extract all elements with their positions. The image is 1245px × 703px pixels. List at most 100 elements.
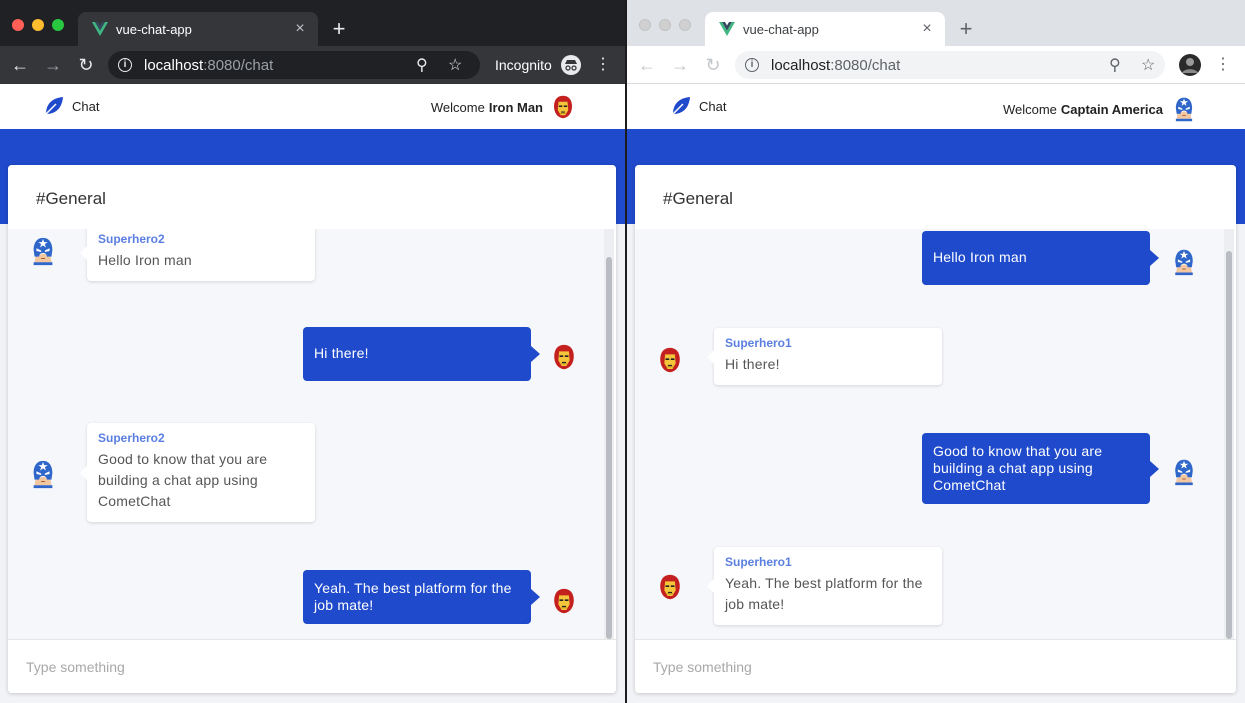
reload-icon[interactable]: ↻: [701, 53, 725, 77]
message-outgoing: Hi there!: [303, 327, 540, 381]
close-window-button[interactable]: [639, 19, 651, 31]
tab-title: vue-chat-app: [743, 21, 819, 37]
more-menu-icon[interactable]: ⋮: [1211, 53, 1235, 77]
app-navbar: Chat Welcome Iron Man: [0, 84, 625, 129]
close-window-button[interactable]: [12, 19, 24, 31]
close-tab-icon[interactable]: ×: [292, 20, 308, 38]
welcome-message: Welcome Captain America: [1003, 94, 1197, 124]
new-tab-button[interactable]: +: [326, 16, 352, 42]
tab-strip: vue-chat-app × +: [627, 0, 1245, 46]
chat-card: #General Superhero2 Hello Iron man Hi th…: [8, 165, 616, 693]
sender-name: Superhero1: [725, 336, 792, 350]
vue-logo-icon: [92, 22, 108, 36]
leaf-logo-icon: [45, 97, 63, 115]
message-outgoing: Good to know that you are building a cha…: [922, 433, 1159, 504]
minimize-window-button[interactable]: [659, 19, 671, 31]
browser-toolbar: ← → ↻ i localhost:8080/chat ⚲ ☆ ⋮: [627, 46, 1245, 84]
minimize-window-button[interactable]: [32, 19, 44, 31]
chat-app: Chat Welcome Iron Man #General Superhero2…: [0, 84, 625, 703]
scrollbar-thumb[interactable]: [606, 257, 612, 639]
url-host: localhost: [771, 56, 831, 74]
message-text: Hello Iron man: [933, 249, 1027, 265]
message-text: Hi there!: [725, 356, 780, 372]
profile-avatar[interactable]: [1179, 54, 1201, 76]
captain-america-icon: [1171, 94, 1197, 124]
captain-america-icon: [1170, 246, 1198, 278]
browser-tab[interactable]: vue-chat-app ×: [705, 12, 945, 46]
message-list[interactable]: Hello Iron man Superhero1 Hi there! Good…: [635, 229, 1224, 639]
iron-man-icon: [551, 342, 577, 372]
back-arrow-icon[interactable]: ←: [8, 53, 32, 77]
more-menu-icon[interactable]: ⋮: [591, 53, 615, 77]
chat-card: #General Hello Iron man Superhero1 Hi th…: [635, 165, 1236, 693]
message-text: Hi there!: [314, 345, 369, 361]
window-controls: [639, 19, 691, 31]
brand-label: Chat: [699, 98, 727, 114]
message-text: Yeah. The best platform for the job mate…: [314, 580, 512, 613]
iron-man-icon: [551, 586, 577, 616]
message-incoming: Superhero1 Yeah. The best platform for t…: [707, 547, 942, 625]
zoom-window-button[interactable]: [679, 19, 691, 31]
captain-america-icon: [28, 235, 58, 267]
channel-title: #General: [635, 165, 1236, 229]
message-outgoing: Yeah. The best platform for the job mate…: [303, 570, 540, 624]
reload-icon[interactable]: ↻: [74, 53, 98, 77]
message-input[interactable]: [8, 640, 616, 693]
message-composer: [635, 639, 1236, 693]
bookmark-star-icon[interactable]: ☆: [1141, 55, 1155, 75]
leaf-logo-icon: [672, 97, 690, 115]
address-bar[interactable]: i localhost:8080/chat ⚲ ☆: [108, 51, 480, 79]
message-input[interactable]: [635, 640, 1236, 693]
brand-label: Chat: [72, 98, 100, 114]
vue-logo-icon: [719, 22, 735, 36]
captain-america-icon: [1170, 456, 1198, 488]
browser-tab[interactable]: vue-chat-app ×: [78, 12, 318, 46]
sender-name: Superhero1: [725, 555, 792, 569]
zoom-icon[interactable]: ⚲: [1109, 55, 1121, 75]
message-list[interactable]: Superhero2 Hello Iron man Hi there! Supe…: [8, 229, 604, 639]
message-composer: [8, 639, 616, 693]
address-bar[interactable]: i localhost:8080/chat ⚲ ☆: [735, 51, 1165, 79]
close-tab-icon[interactable]: ×: [919, 20, 935, 38]
channel-title: #General: [8, 165, 616, 229]
url-path: :8080/chat: [203, 56, 274, 74]
app-navbar: Chat Welcome Captain America: [627, 84, 1245, 129]
window-controls: [12, 19, 64, 31]
forward-arrow-icon[interactable]: →: [668, 53, 692, 77]
url-path: :8080/chat: [830, 56, 901, 74]
message-text: Good to know that you are building a cha…: [98, 451, 268, 509]
tab-strip: vue-chat-app × +: [0, 0, 625, 46]
chat-app: Chat Welcome Captain America #General Hel…: [627, 84, 1245, 703]
browser-toolbar: ← → ↻ i localhost:8080/chat ⚲ ☆ Incognit…: [0, 46, 625, 84]
site-info-icon[interactable]: i: [118, 58, 132, 72]
message-incoming: Superhero1 Hi there!: [707, 328, 942, 385]
message-scrollbar[interactable]: [604, 229, 614, 639]
brand-link[interactable]: Chat: [671, 96, 726, 116]
message-incoming: Superhero2 Good to know that you are bui…: [80, 423, 315, 522]
bookmark-star-icon[interactable]: ☆: [448, 55, 462, 75]
message-scrollbar[interactable]: [1224, 229, 1234, 639]
captain-america-icon: [28, 458, 58, 490]
scrollbar-thumb[interactable]: [1226, 251, 1232, 639]
message-outgoing: Hello Iron man: [922, 231, 1159, 285]
browser-window-left: vue-chat-app × + ← → ↻ i localhost:8080/…: [0, 0, 625, 703]
current-user-name: Iron Man: [488, 99, 543, 115]
tab-title: vue-chat-app: [116, 21, 192, 37]
zoom-window-button[interactable]: [52, 19, 64, 31]
brand-link[interactable]: Chat: [44, 96, 99, 116]
url-host: localhost: [144, 56, 204, 74]
welcome-prefix: Welcome: [430, 99, 485, 115]
forward-arrow-icon[interactable]: →: [41, 53, 65, 77]
welcome-message: Welcome Iron Man: [431, 94, 575, 120]
incognito-label: Incognito: [495, 57, 552, 73]
incognito-icon[interactable]: [561, 55, 581, 75]
back-arrow-icon[interactable]: ←: [635, 53, 659, 77]
zoom-icon[interactable]: ⚲: [416, 55, 428, 75]
new-tab-button[interactable]: +: [953, 16, 979, 42]
browser-window-right: vue-chat-app × + ← → ↻ i localhost:8080/…: [627, 0, 1245, 703]
site-info-icon[interactable]: i: [745, 58, 759, 72]
sender-name: Superhero2: [98, 431, 165, 445]
message-incoming: Superhero2 Hello Iron man: [80, 229, 315, 281]
iron-man-icon: [657, 345, 683, 375]
message-text: Yeah. The best platform for the job mate…: [725, 575, 923, 612]
